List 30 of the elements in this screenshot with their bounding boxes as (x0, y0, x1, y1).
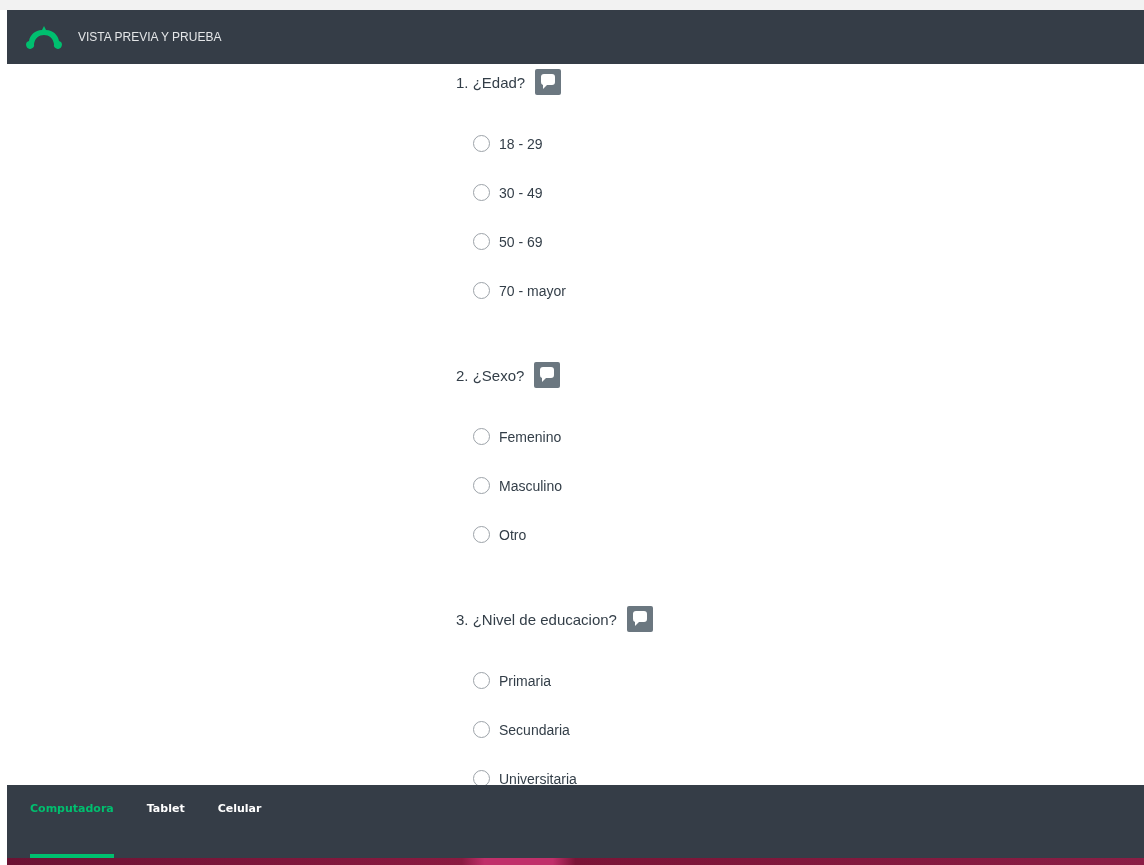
option-label: Masculino (499, 477, 563, 494)
radio-button[interactable] (473, 770, 490, 785)
radio-button[interactable] (473, 282, 490, 299)
radio-button[interactable] (473, 526, 490, 543)
radio-button[interactable] (473, 233, 490, 250)
option-label: Universitaria (499, 770, 577, 785)
comment-icon[interactable] (535, 69, 562, 95)
device-tab[interactable]: Tablet (146, 802, 185, 858)
radio-button[interactable] (473, 184, 490, 201)
option-label: 70 - mayor (499, 282, 566, 299)
question-title: 2. ¿Sexo? (456, 366, 525, 384)
radio-button[interactable] (473, 135, 490, 152)
option-label: 30 - 49 (499, 184, 543, 201)
comment-icon[interactable] (534, 362, 561, 388)
device-tab[interactable]: Celular (217, 802, 262, 858)
option-label: Secundaria (499, 721, 570, 738)
radio-button[interactable] (473, 672, 490, 689)
question-title: 3. ¿Nivel de educacion? (456, 610, 617, 628)
option-label: Femenino (499, 428, 562, 445)
logo-icon (25, 24, 63, 50)
option-label: 18 - 29 (499, 135, 543, 152)
radio-button[interactable] (473, 721, 490, 738)
radio-button[interactable] (473, 428, 490, 445)
header-title: VISTA PREVIA Y PRUEBA (78, 30, 222, 44)
option-label: 50 - 69 (499, 233, 543, 250)
option-label: Primaria (499, 672, 552, 689)
radio-button[interactable] (473, 477, 490, 494)
comment-icon[interactable] (626, 606, 653, 632)
question-title: 1. ¿Edad? (456, 73, 526, 91)
option-label: Otro (499, 526, 527, 543)
